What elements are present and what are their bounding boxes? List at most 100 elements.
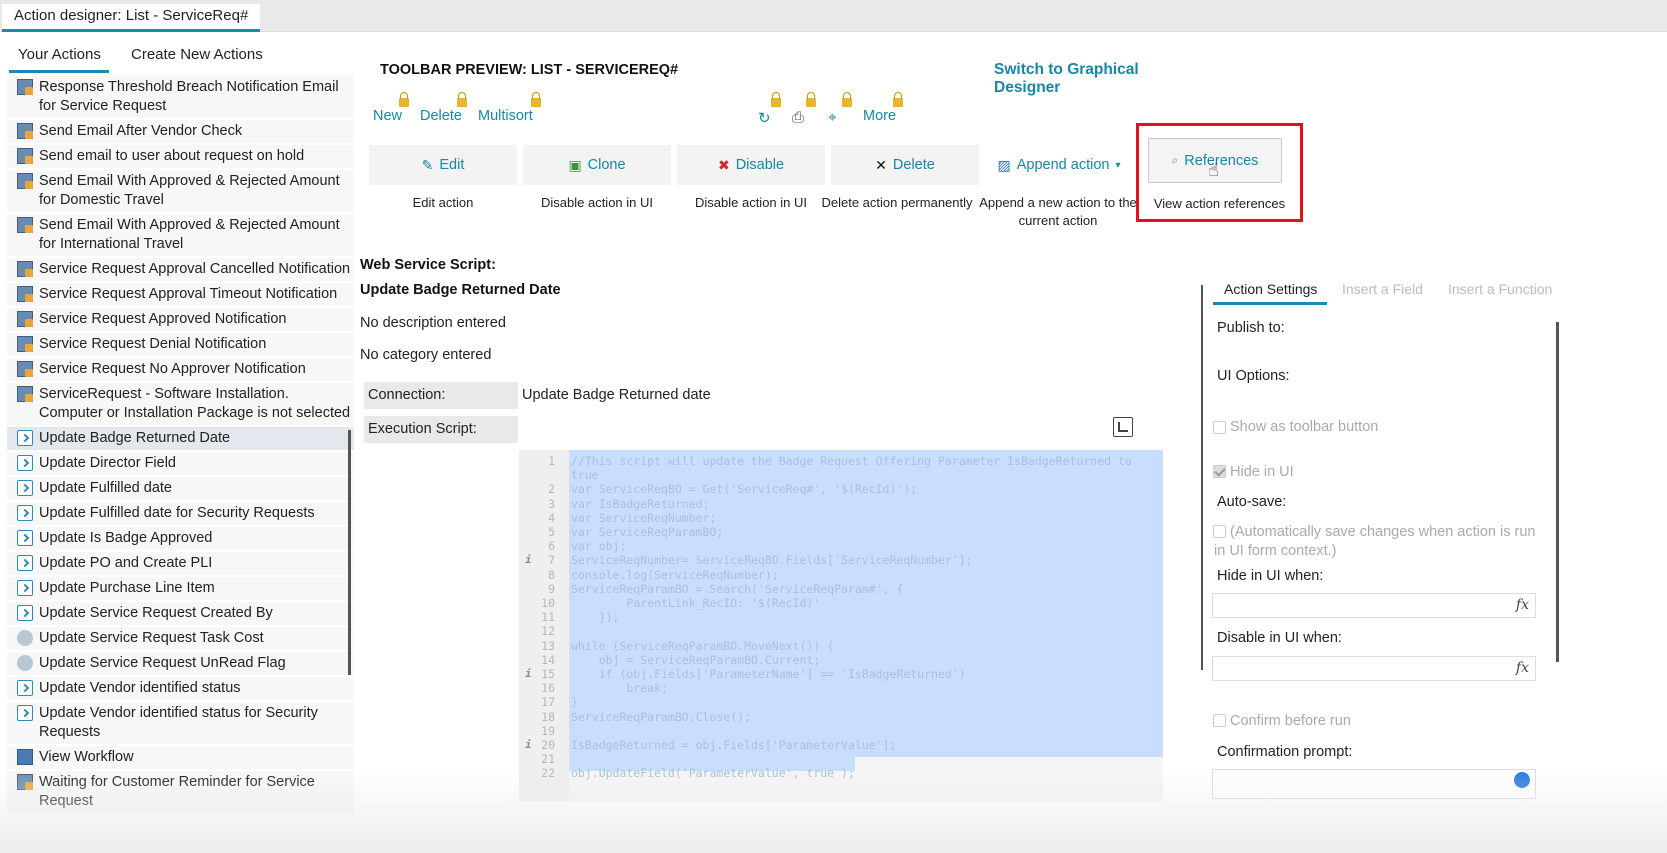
action-list-scrollbar[interactable] [348, 430, 351, 675]
line-number: 4 [548, 510, 555, 525]
list-item-label: Update Is Badge Approved [39, 530, 213, 546]
script-action-icon [17, 430, 33, 446]
code-editor[interactable]: 1 //This script will update the Badge Req… [519, 450, 1163, 802]
expand-editor-icon[interactable] [1113, 417, 1133, 437]
autosave-label: Auto-save: [1217, 494, 1287, 510]
line-number: 7 [548, 553, 555, 568]
list-item[interactable]: Update PO and Create PLI [7, 552, 354, 577]
list-item[interactable]: Update Director Field [7, 452, 354, 477]
window-tab-bar: Action designer: List - ServiceReq# [0, 0, 1667, 32]
list-item-label: ServiceRequest - Software Installation. … [39, 386, 351, 421]
window-tab-action-designer[interactable]: Action designer: List - ServiceReq# [2, 4, 261, 32]
code-line: 16 break; [519, 681, 1163, 695]
disable-button[interactable]: ✖ Disable [677, 145, 825, 185]
list-item[interactable]: Update Vendor identified status [7, 677, 354, 702]
list-item[interactable]: Update Service Request Created By [7, 602, 354, 627]
email-action-icon [17, 311, 33, 327]
confirm-before-run-checkbox[interactable] [1213, 714, 1226, 727]
disable-when-input[interactable]: fx [1212, 656, 1536, 681]
email-action-icon [17, 79, 33, 95]
line-number: 18 [541, 709, 555, 724]
confirm-before-run-label: Confirm before run [1230, 713, 1351, 729]
tab-create-new-actions[interactable]: Create New Actions [131, 46, 263, 63]
list-item-label: Update PO and Create PLI [39, 555, 213, 571]
pin-icon[interactable]: ⌖ [828, 109, 836, 126]
code-text: } [571, 695, 578, 710]
clone-description: Disable action in UI [541, 195, 653, 210]
line-number: 9 [548, 581, 555, 596]
list-item[interactable]: Service Request Approval Timeout Notific… [7, 283, 354, 308]
hide-when-input[interactable]: fx [1212, 593, 1536, 618]
action-category: No category entered [360, 347, 492, 363]
tab-action-settings[interactable]: Action Settings [1224, 281, 1317, 297]
email-action-icon [17, 336, 33, 352]
list-item-label: Send email to user about request on hold [39, 148, 305, 164]
list-item[interactable]: Update Service Request UnRead Flag [7, 652, 354, 677]
list-item[interactable]: ServiceRequest - Software Installation. … [7, 383, 354, 427]
list-item[interactable]: Send Email With Approved & Rejected Amou… [7, 170, 354, 214]
line-number: 5 [548, 525, 555, 539]
function-icon[interactable]: fx [1516, 597, 1529, 613]
list-item-label: Update Service Request Created By [39, 605, 273, 621]
list-item[interactable]: Service Request Approved Notification [7, 308, 354, 333]
code-line: 1 //This script will update the Badge Req… [519, 454, 1163, 468]
clone-button[interactable]: ▣ Clone [523, 145, 671, 185]
globe-icon[interactable] [1514, 772, 1530, 788]
code-line: 6 var obj; [519, 539, 1163, 553]
list-item[interactable]: Update Purchase Line Item [7, 577, 354, 602]
tab-insert-field[interactable]: Insert a Field [1342, 281, 1423, 297]
preview-new-link[interactable]: New [373, 108, 402, 124]
list-item-label: Service Request No Approver Notification [39, 361, 306, 377]
preview-multisort-link[interactable]: Multisort [478, 108, 533, 124]
print-icon[interactable]: ⎙ [792, 109, 804, 126]
preview-delete-link[interactable]: Delete [420, 108, 462, 124]
edit-button[interactable]: ✎ Edit [369, 145, 517, 185]
panel-divider[interactable] [1201, 285, 1203, 670]
show-toolbar-checkbox[interactable] [1213, 421, 1226, 434]
code-text: break; [571, 681, 668, 696]
list-item[interactable]: Service Request Denial Notification [7, 333, 354, 358]
list-item[interactable]: Update Badge Returned Date [7, 427, 354, 452]
list-item[interactable]: Send email to user about request on hold [7, 145, 354, 170]
list-item[interactable]: View Workflow [7, 746, 354, 771]
function-icon[interactable]: fx [1516, 660, 1529, 676]
code-line: 13 while (ServiceReqParamBO.MoveNext()) { [519, 639, 1163, 653]
confirmation-prompt-input[interactable] [1212, 769, 1536, 799]
tab-insert-function[interactable]: Insert a Function [1448, 281, 1552, 297]
list-item[interactable]: Send Email With Approved & Rejected Amou… [7, 214, 354, 258]
line-number: 19 [541, 723, 555, 738]
list-item-label: Update Fulfilled date [39, 480, 172, 496]
list-item[interactable]: Service Request No Approver Notification [7, 358, 354, 383]
confirmation-prompt-label: Confirmation prompt: [1217, 744, 1353, 760]
hide-in-ui-checkbox[interactable] [1213, 465, 1226, 478]
delete-button[interactable]: ✕ Delete [831, 145, 979, 185]
refresh-icon[interactable]: ↻ [758, 109, 771, 127]
code-text: }); [571, 610, 620, 625]
append-description: Append a new action to the current actio… [979, 195, 1137, 228]
list-item[interactable]: Update Fulfilled date for Security Reque… [7, 502, 354, 527]
list-item[interactable]: Service Request Approval Cancelled Notif… [7, 258, 354, 283]
list-item[interactable]: Response Threshold Breach Notification E… [7, 76, 354, 120]
append-action-button[interactable]: ▨ Append action ▾ [985, 145, 1133, 185]
code-text: //This script will update the Badge Requ… [571, 454, 1132, 468]
settings-scrollbar[interactable] [1556, 322, 1559, 662]
list-item[interactable]: Send Email After Vendor Check [7, 120, 354, 145]
email-action-icon [17, 148, 33, 164]
list-item-label: Update Service Request Task Cost [39, 630, 264, 646]
code-text: var ServiceReqBO = Get('ServiceReq#', '$… [571, 482, 918, 497]
preview-more-link[interactable]: More [863, 108, 896, 124]
list-item[interactable]: Update Vendor identified status for Secu… [7, 702, 354, 746]
list-item[interactable]: Update Is Badge Approved [7, 527, 354, 552]
email-action-icon [17, 123, 33, 139]
code-line: true [519, 468, 1163, 482]
list-item-label: Service Request Denial Notification [39, 336, 267, 352]
code-text: while (ServiceReqParamBO.MoveNext()) { [571, 638, 835, 653]
switch-to-graphical-designer-link[interactable]: Switch to Graphical Designer [994, 61, 1190, 97]
list-item[interactable]: Update Service Request Task Cost [7, 627, 354, 652]
list-item[interactable]: Update Fulfilled date [7, 477, 354, 502]
action-settings-panel: Action Settings Insert a Field Insert a … [1190, 32, 1667, 853]
script-action-icon [17, 455, 33, 471]
list-item[interactable]: Waiting for Customer Reminder for Servic… [7, 771, 354, 815]
tab-your-actions[interactable]: Your Actions [18, 46, 101, 63]
append-action-label: Append action [1016, 157, 1110, 173]
